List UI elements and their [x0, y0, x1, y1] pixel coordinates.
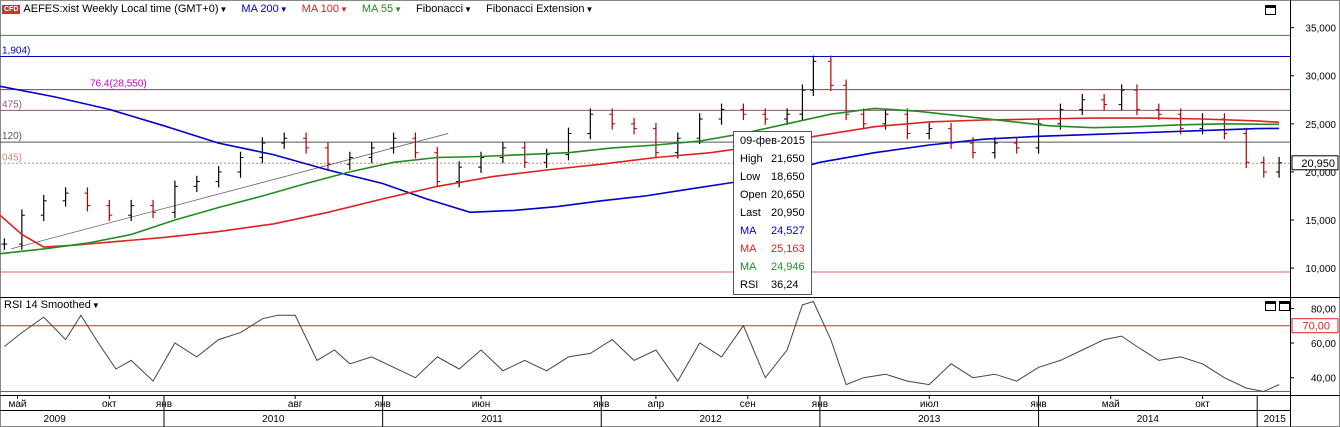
- tooltip-last: Last 20,950: [740, 207, 805, 219]
- price-tick-label: 15,000: [1305, 216, 1336, 227]
- trend-line: [10, 133, 449, 250]
- tooltip-ma100: MA 25,163: [740, 243, 805, 255]
- rsi-tick-label: 40,00: [1311, 374, 1336, 385]
- caret-down-icon: ▼: [219, 5, 228, 14]
- year-tick-label: 2009: [44, 414, 67, 425]
- year-tick-label: 2014: [1137, 414, 1160, 425]
- fibonacci-level-label: 475): [2, 99, 22, 110]
- year-tick-label: 2013: [918, 414, 941, 425]
- rsi-line: [4, 300, 1280, 393]
- maximize-price-pane-icon[interactable]: [1265, 5, 1276, 15]
- caret-down-icon: ▼: [339, 5, 348, 14]
- chart-canvas[interactable]: 1,904) 76.4(28,550) 475) 120) 045) 10,000 15,0…: [0, 0, 1340, 427]
- caret-down-icon: ▼: [585, 5, 594, 14]
- caret-down-icon: ▼: [91, 301, 100, 310]
- month-tick-label: июн: [472, 399, 491, 410]
- last-price-label: 20,950: [1301, 158, 1335, 170]
- caret-down-icon: ▼: [464, 5, 472, 14]
- tooltip-ma55: MA 24,946: [740, 261, 805, 273]
- rsi-pane-title[interactable]: RSI 14 Smoothed▼: [4, 299, 100, 311]
- year-tick-label: 2010: [262, 414, 285, 425]
- month-tick-label: май: [8, 399, 26, 410]
- year-tick-label: 2012: [699, 414, 722, 425]
- month-tick-label: сен: [740, 399, 756, 410]
- maximize-rsi-pane-icon[interactable]: [1265, 301, 1276, 311]
- month-tick-label: май: [1102, 399, 1120, 410]
- moving-average-line: [0, 85, 1280, 214]
- fibonacci-level-label: 76.4(28,550): [90, 79, 147, 90]
- month-tick-label: июл: [920, 399, 939, 410]
- moving-average-line: [0, 117, 1280, 248]
- fibonacci-level-label: 045): [2, 152, 22, 163]
- tooltip-high: High 21,650: [740, 153, 805, 165]
- price-tick-label: 25,000: [1305, 120, 1336, 131]
- data-tooltip: 09-фев-2015 High 21,650 Low 18,650 Open 20,…: [733, 131, 812, 295]
- rsi-level-label: 70,00: [1302, 321, 1330, 333]
- rsi-tick-label: 80,00: [1311, 304, 1336, 315]
- fibonacci-level-label: 120): [2, 131, 22, 142]
- fibonacci-toggle[interactable]: Fibonacci▼: [416, 3, 472, 15]
- ma200-toggle[interactable]: MA 200▼: [241, 3, 287, 15]
- outer-frame: [0, 0, 1340, 427]
- month-tick-label: окт: [102, 399, 117, 410]
- fibonacci-extension-toggle[interactable]: Fibonacci Extension▼: [486, 3, 593, 15]
- close-rsi-pane-icon[interactable]: [1279, 301, 1290, 311]
- cfd-badge: CFD: [2, 4, 21, 14]
- year-tick-label: 2015: [1264, 414, 1287, 425]
- ma55-toggle[interactable]: MA 55▼: [362, 3, 402, 15]
- caret-down-icon: ▼: [279, 5, 288, 14]
- tooltip-low: Low 18,650: [740, 171, 805, 183]
- month-tick-label: окт: [1195, 399, 1210, 410]
- instrument-selector[interactable]: AEFES:xist Weekly Local time (GMT+0)▼: [23, 3, 227, 15]
- tooltip-ma200: MA 24,527: [740, 225, 805, 237]
- fibonacci-level-label: 1,904): [2, 45, 30, 56]
- month-tick-label: авг: [288, 399, 303, 410]
- caret-down-icon: ▼: [394, 5, 402, 14]
- tooltip-date: 09-фев-2015: [740, 135, 806, 147]
- chart-toolbar: CFD AEFES:xist Weekly Local time (GMT+0)…: [0, 0, 1290, 18]
- price-tick-label: 35,000: [1305, 24, 1336, 35]
- month-tick-label: апр: [648, 399, 665, 410]
- price-tick-label: 10,000: [1305, 264, 1336, 275]
- ma100-toggle[interactable]: MA 100▼: [302, 3, 348, 15]
- tooltip-rsi: RSI 36,24: [740, 279, 799, 291]
- tooltip-open: Open 20,650: [740, 189, 805, 201]
- moving-average-line: [0, 107, 1280, 255]
- rsi-tick-label: 60,00: [1311, 339, 1336, 350]
- price-tick-label: 30,000: [1305, 72, 1336, 83]
- year-tick-label: 2011: [481, 414, 503, 425]
